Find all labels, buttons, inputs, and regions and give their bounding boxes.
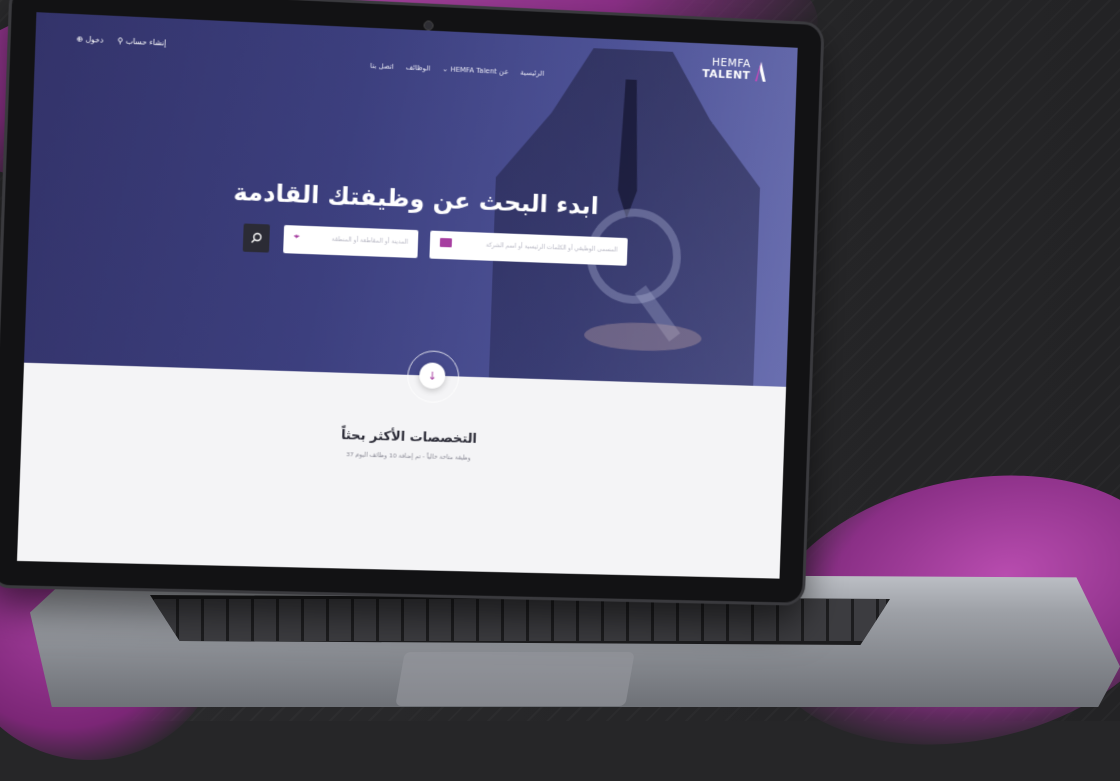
auth-links: ⊕ دخول ⚲ إنشاء حساب [77,34,167,47]
menu-item-jobs[interactable]: الوظائف [406,63,431,72]
menu-item-home[interactable]: الرئيسية [520,69,544,78]
search-icon [250,232,263,245]
laptop-keyboard [150,595,890,645]
webcam [423,20,434,31]
menu-item-contact[interactable]: اتصل بنا [370,62,394,71]
logo-mark-icon [754,61,767,82]
laptop-screen: ⊕ دخول ⚲ إنشاء حساب الرئيسية عن HEMFA Ta… [16,12,798,579]
laptop-trackpad [395,652,635,706]
search-button[interactable] [242,223,270,253]
hero-banner: ⊕ دخول ⚲ إنشاء حساب الرئيسية عن HEMFA Ta… [24,12,798,387]
site-logo[interactable]: HEMFA TALENT [701,55,770,88]
laptop-lid: ⊕ دخول ⚲ إنشاء حساب الرئيسية عن HEMFA Ta… [0,0,822,603]
location-pin-icon: ⌖ [293,231,300,243]
menu-item-about[interactable]: عن HEMFA Talent ⌄ [442,65,509,76]
location-input[interactable]: ⌖ المدينة أو المقاطعة أو المنطقة [283,225,419,259]
main-menu: الرئيسية عن HEMFA Talent ⌄ الوظائف اتصل … [370,62,544,78]
arrow-down-icon: ↓ [427,368,438,383]
login-link[interactable]: ⊕ دخول [77,34,104,44]
briefcase-icon [439,237,453,248]
register-link[interactable]: ⚲ إنشاء حساب [118,36,167,47]
